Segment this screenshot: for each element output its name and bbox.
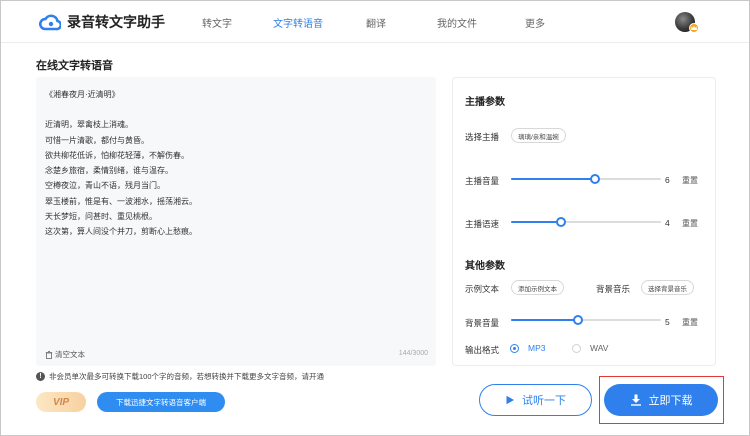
bgm-label: 背景音乐 <box>596 284 631 294</box>
poem-line: 近清明，翠禽枝上消魂。 <box>45 120 133 130</box>
app-logo[interactable]: 录音转文字助手 <box>39 12 165 32</box>
speed-value: 4 <box>665 218 670 228</box>
clear-text-label: 清空文本 <box>55 350 85 359</box>
char-count: 144/3000 <box>398 350 428 357</box>
settings-panel: 主播参数 选择主播 璃璃/亲和温婉 主播音量 6 重置 主播语速 4 重置 其他… <box>452 77 716 366</box>
preview-listen-button[interactable]: 试听一下 <box>479 384 592 416</box>
speed-reset-button[interactable]: 重置 <box>682 218 698 229</box>
poem-line: 念楚乡旅宿，柔情别绪，谁与温存。 <box>45 166 173 176</box>
download-client-button[interactable]: 下载迅捷文字转语音客户端 <box>97 392 225 412</box>
info-icon: ! <box>36 372 45 381</box>
other-section-title: 其他参数 <box>465 261 505 272</box>
poem-line: 天长梦短，问甚时、重见桃根。 <box>45 212 157 222</box>
poem-text[interactable]: 《湘春夜月·近清明》 近清明，翠禽枝上消魂。 可惜一片清歌，都付与黄昏。 欲共柳… <box>45 87 197 240</box>
vip-crown-icon <box>689 23 699 33</box>
cloud-logo-icon <box>39 14 61 31</box>
slider-thumb[interactable] <box>590 174 600 184</box>
nav-more[interactable]: 更多 <box>525 15 545 30</box>
poem-line: 翠玉楼前，惟是有、一波湘水，摇荡湘云。 <box>45 196 197 206</box>
volume-value: 6 <box>665 175 670 185</box>
download-icon <box>630 394 641 406</box>
nav-translate[interactable]: 翻译 <box>366 15 386 30</box>
format-mp3-label: MP3 <box>528 343 546 353</box>
nav-text-to-speech[interactable]: 文字转语音 <box>273 15 323 30</box>
slider-fill <box>511 178 595 180</box>
anchor-select-button[interactable]: 璃璃/亲和温婉 <box>511 128 566 143</box>
clear-text-button[interactable]: 清空文本 <box>45 349 85 360</box>
download-highlight-box: 立即下载 <box>599 376 724 424</box>
speed-slider[interactable] <box>511 217 661 227</box>
radio-dot <box>510 343 519 353</box>
listen-label: 试听一下 <box>522 395 566 407</box>
notice-text: 非会员单次最多可转换下载100个字的音频，若想转换并下载更多文字音频，请开通 <box>49 372 325 381</box>
text-input-area[interactable]: 《湘春夜月·近清明》 近清明，翠禽枝上消魂。 可惜一片清歌，都付与黄昏。 欲共柳… <box>36 77 436 366</box>
poem-line: 这次第，算人间没个并刀，剪断心上愁痕。 <box>45 227 197 237</box>
slider-fill <box>511 319 578 321</box>
app-name: 录音转文字助手 <box>67 14 165 30</box>
format-wav-radio[interactable]: WAV <box>572 343 608 353</box>
format-wav-label: WAV <box>590 343 609 353</box>
slider-thumb[interactable] <box>573 315 583 325</box>
poem-line: 空樽夜泣，青山不语，残月当门。 <box>45 181 165 191</box>
member-notice: ! 非会员单次最多可转换下载100个字的音频，若想转换并下载更多文字音频，请开通 <box>36 371 324 382</box>
slider-thumb[interactable] <box>556 217 566 227</box>
bg-volume-reset-button[interactable]: 重置 <box>682 317 698 328</box>
poem-title: 《湘春夜月·近清明》 <box>45 90 120 99</box>
download-label: 立即下载 <box>648 395 693 407</box>
add-sample-text-button[interactable]: 添加示例文本 <box>511 280 564 295</box>
play-icon <box>506 395 514 405</box>
anchor-label: 选择主播 <box>465 132 500 142</box>
bg-volume-label: 背景音量 <box>465 318 500 328</box>
poem-line: 欲共柳花低诉，怕柳花轻薄，不解伤春。 <box>45 150 189 160</box>
page-title: 在线文字转语音 <box>36 60 113 72</box>
select-bgm-button[interactable]: 选择背景音乐 <box>641 280 694 295</box>
top-header: 录音转文字助手 转文字 文字转语音 翻译 我的文件 更多 <box>1 1 749 43</box>
speed-label: 主播语速 <box>465 219 500 229</box>
volume-label: 主播音量 <box>465 176 500 186</box>
volume-slider[interactable] <box>511 174 661 184</box>
volume-reset-button[interactable]: 重置 <box>682 175 698 186</box>
vip-badge[interactable]: VIP <box>36 392 86 412</box>
sample-text-label: 示例文本 <box>465 284 500 294</box>
bg-volume-value: 5 <box>665 317 670 327</box>
download-now-button[interactable]: 立即下载 <box>604 384 718 416</box>
slider-fill <box>511 221 561 223</box>
trash-icon <box>45 350 53 359</box>
bg-volume-slider[interactable] <box>511 315 661 325</box>
nav-transcribe[interactable]: 转文字 <box>202 15 232 30</box>
anchor-section-title: 主播参数 <box>465 97 505 108</box>
format-label: 输出格式 <box>465 345 500 355</box>
poem-line: 可惜一片清歌，都付与黄昏。 <box>45 135 149 145</box>
radio-dot <box>572 343 581 353</box>
format-mp3-radio[interactable]: MP3 <box>510 343 545 353</box>
nav-my-files[interactable]: 我的文件 <box>437 15 477 30</box>
